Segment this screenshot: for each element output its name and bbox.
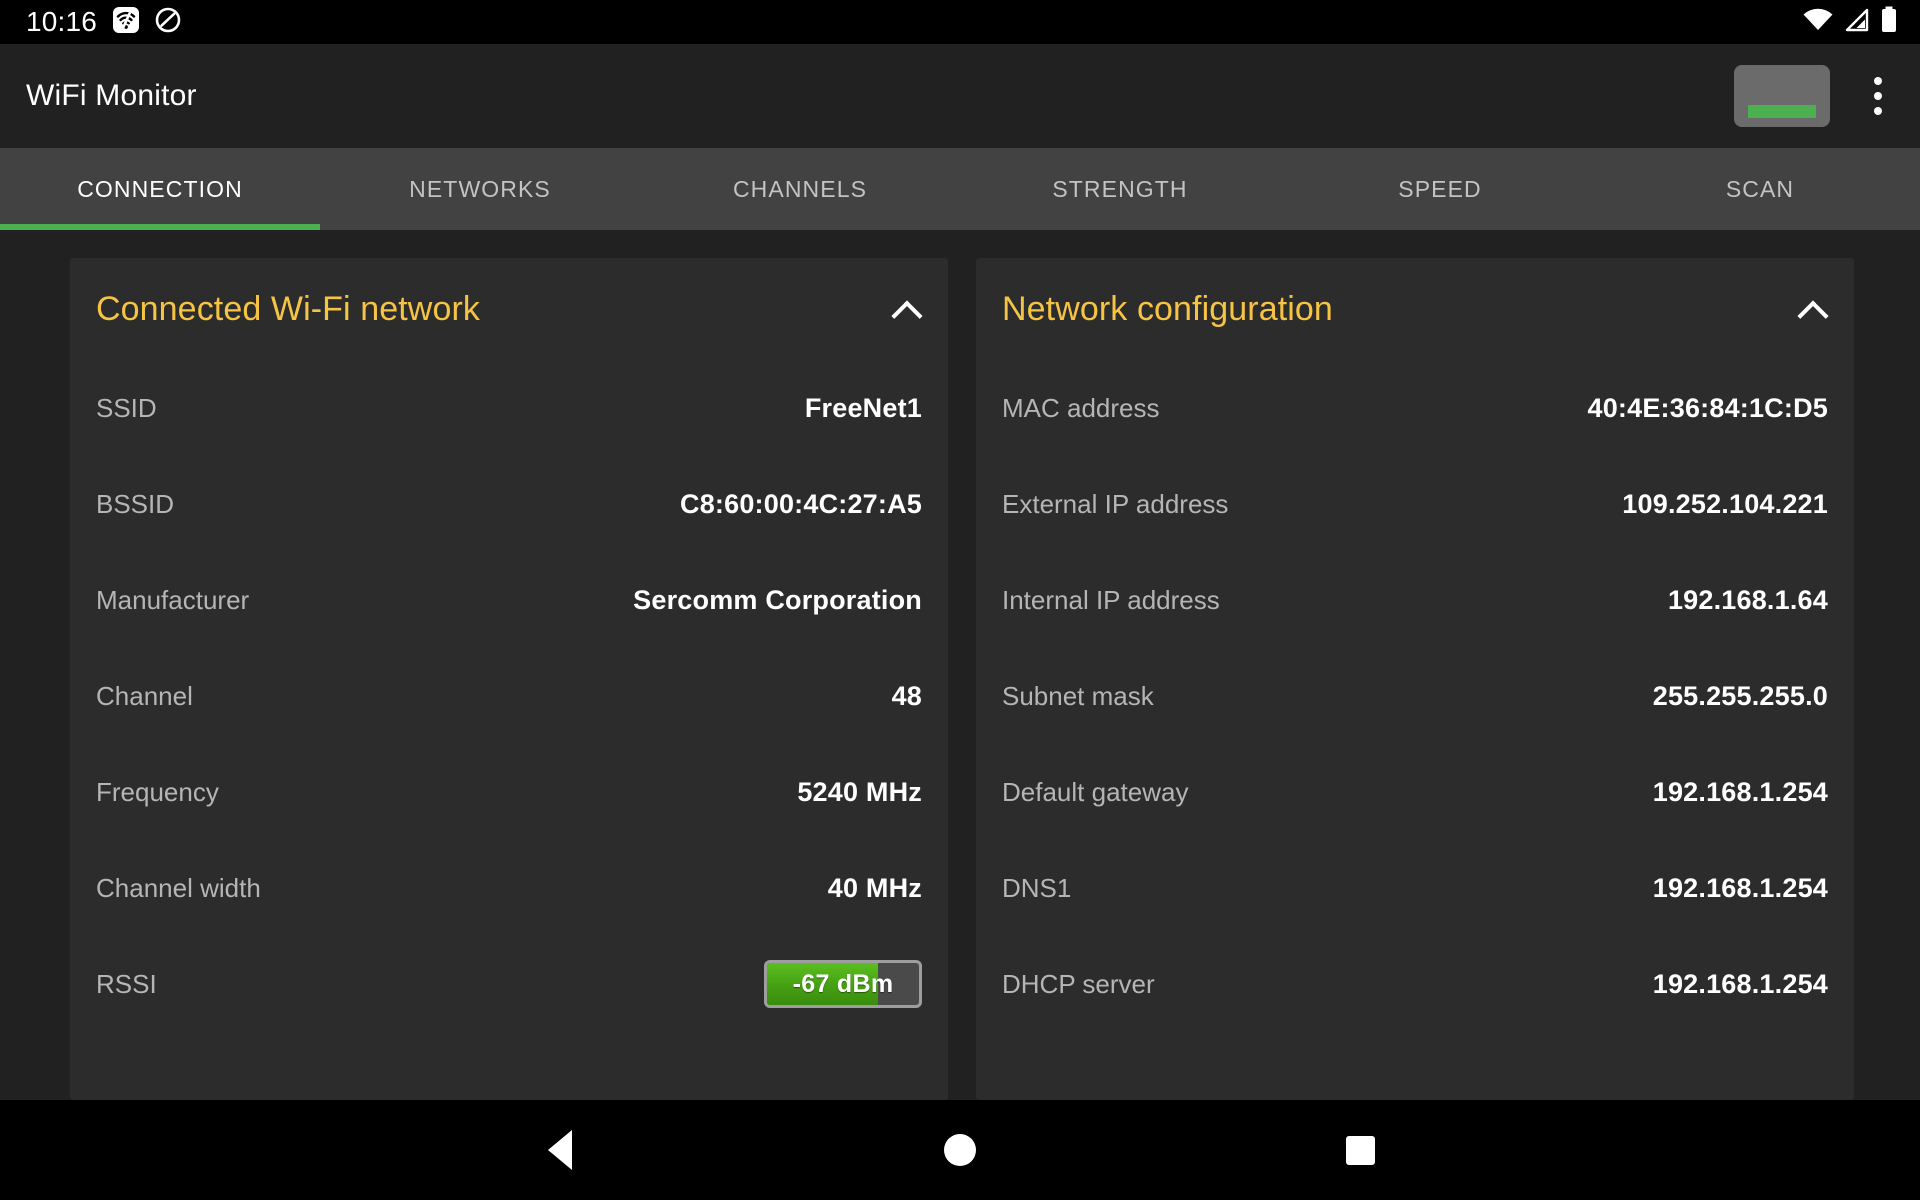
overflow-dot bbox=[1874, 92, 1882, 100]
table-row: Manufacturer Sercomm Corporation bbox=[96, 552, 922, 648]
do-not-disturb-icon bbox=[155, 7, 181, 38]
tab-label: CHANNELS bbox=[732, 175, 868, 202]
signal-level-button[interactable] bbox=[1734, 65, 1830, 127]
app-bar: WiFi Monitor bbox=[0, 44, 1920, 148]
table-row: SSID FreeNet1 bbox=[96, 360, 922, 456]
table-row: Default gateway 192.168.1.254 bbox=[1002, 744, 1828, 840]
row-label: Default gateway bbox=[1002, 776, 1189, 807]
recents-square-icon bbox=[1345, 1135, 1375, 1165]
tab-scan[interactable]: SCAN bbox=[1600, 148, 1920, 230]
tab-label: SPEED bbox=[1398, 175, 1482, 202]
row-value: 48 bbox=[891, 680, 922, 711]
card-rows: SSID FreeNet1 BSSID C8:60:00:4C:27:A5 Ma… bbox=[96, 360, 922, 1032]
tab-label: SCAN bbox=[1725, 175, 1795, 202]
status-bar: 10:16 bbox=[0, 0, 1920, 44]
status-clock: 10:16 bbox=[26, 6, 98, 37]
recents-button[interactable] bbox=[1305, 1100, 1415, 1200]
table-row: Frequency 5240 MHz bbox=[96, 744, 922, 840]
wifi-analyzer-app-icon bbox=[113, 6, 140, 38]
tab-speed[interactable]: SPEED bbox=[1280, 148, 1600, 230]
tab-networks[interactable]: NETWORKS bbox=[320, 148, 640, 230]
row-value: 255.255.255.0 bbox=[1652, 680, 1828, 711]
table-row: DHCP server 192.168.1.254 bbox=[1002, 936, 1828, 1032]
row-value: 192.168.1.254 bbox=[1652, 872, 1828, 903]
row-label: Subnet mask bbox=[1002, 680, 1154, 711]
tab-label: NETWORKS bbox=[409, 175, 551, 202]
row-label: RSSI bbox=[96, 968, 157, 999]
row-value: C8:60:00:4C:27:A5 bbox=[680, 488, 922, 519]
row-label: Internal IP address bbox=[1002, 584, 1220, 615]
chevron-up-icon[interactable] bbox=[1798, 294, 1828, 324]
row-value: 109.252.104.221 bbox=[1622, 488, 1828, 519]
tab-label: STRENGTH bbox=[1052, 175, 1188, 202]
rssi-value: -67 dBm bbox=[792, 969, 894, 998]
overflow-dot bbox=[1874, 107, 1882, 115]
overflow-menu-icon[interactable] bbox=[1856, 65, 1900, 127]
table-row: BSSID C8:60:00:4C:27:A5 bbox=[96, 456, 922, 552]
row-value: 192.168.1.64 bbox=[1667, 584, 1828, 615]
tab-label: CONNECTION bbox=[77, 175, 243, 202]
card-network-configuration: Network configuration MAC address 40:4E:… bbox=[976, 258, 1854, 1100]
status-bar-right bbox=[1802, 6, 1898, 39]
row-label: External IP address bbox=[1002, 488, 1229, 519]
row-label: BSSID bbox=[96, 488, 175, 519]
signal-level-indicator bbox=[1748, 105, 1816, 118]
card-header-network-configuration[interactable]: Network configuration bbox=[1002, 258, 1828, 360]
back-triangle-icon bbox=[548, 1130, 572, 1170]
table-row: Subnet mask 255.255.255.0 bbox=[1002, 648, 1828, 744]
content-area: Connected Wi-Fi network SSID FreeNet1 BS… bbox=[0, 230, 1920, 1100]
table-row: Internal IP address 192.168.1.64 bbox=[1002, 552, 1828, 648]
tab-strength[interactable]: STRENGTH bbox=[960, 148, 1280, 230]
row-value: 40 MHz bbox=[827, 872, 922, 903]
tab-connection[interactable]: CONNECTION bbox=[0, 148, 320, 230]
overflow-dot bbox=[1874, 77, 1882, 85]
battery-full-icon bbox=[1880, 6, 1898, 39]
row-value: FreeNet1 bbox=[804, 392, 922, 423]
row-value: 40:4E:36:84:1C:D5 bbox=[1587, 392, 1828, 423]
row-label: Channel width bbox=[96, 872, 261, 903]
android-navigation-bar bbox=[0, 1100, 1920, 1200]
status-bar-left: 10:16 bbox=[26, 6, 181, 38]
app-bar-actions bbox=[1734, 65, 1900, 127]
back-button[interactable] bbox=[505, 1100, 615, 1200]
table-row: MAC address 40:4E:36:84:1C:D5 bbox=[1002, 360, 1828, 456]
table-row-rssi: RSSI -67 dBm bbox=[96, 936, 922, 1032]
home-button[interactable] bbox=[905, 1100, 1015, 1200]
row-label: Frequency bbox=[96, 776, 219, 807]
row-value: 5240 MHz bbox=[797, 776, 922, 807]
row-label: DNS1 bbox=[1002, 872, 1072, 903]
chevron-up-icon[interactable] bbox=[892, 294, 922, 324]
row-value: 192.168.1.254 bbox=[1652, 968, 1828, 999]
card-title: Network configuration bbox=[1002, 289, 1333, 328]
wifi-signal-icon bbox=[1802, 7, 1834, 38]
android-screen: 10:16 WiFi Monitor CONNECTION NETWORKS C… bbox=[0, 0, 1920, 1200]
row-label: Manufacturer bbox=[96, 584, 250, 615]
home-circle-icon bbox=[944, 1134, 976, 1166]
tab-bar: CONNECTION NETWORKS CHANNELS STRENGTH SP… bbox=[0, 148, 1920, 230]
table-row: Channel 48 bbox=[96, 648, 922, 744]
row-label: SSID bbox=[96, 392, 157, 423]
tab-channels[interactable]: CHANNELS bbox=[640, 148, 960, 230]
row-label: DHCP server bbox=[1002, 968, 1155, 999]
row-label: Channel bbox=[96, 680, 193, 711]
table-row: Channel width 40 MHz bbox=[96, 840, 922, 936]
card-rows: MAC address 40:4E:36:84:1C:D5 External I… bbox=[1002, 360, 1828, 1032]
card-title: Connected Wi-Fi network bbox=[96, 289, 480, 328]
row-value: 192.168.1.254 bbox=[1652, 776, 1828, 807]
table-row: External IP address 109.252.104.221 bbox=[1002, 456, 1828, 552]
row-label: MAC address bbox=[1002, 392, 1160, 423]
table-row: DNS1 192.168.1.254 bbox=[1002, 840, 1828, 936]
card-connected-wifi-network: Connected Wi-Fi network SSID FreeNet1 BS… bbox=[70, 258, 948, 1100]
rssi-meter-badge[interactable]: -67 dBm bbox=[764, 960, 922, 1008]
card-header-connected-wifi-network[interactable]: Connected Wi-Fi network bbox=[96, 258, 922, 360]
cellular-signal-off-icon bbox=[1843, 7, 1871, 38]
app-title: WiFi Monitor bbox=[26, 79, 197, 112]
row-value: Sercomm Corporation bbox=[633, 584, 922, 615]
